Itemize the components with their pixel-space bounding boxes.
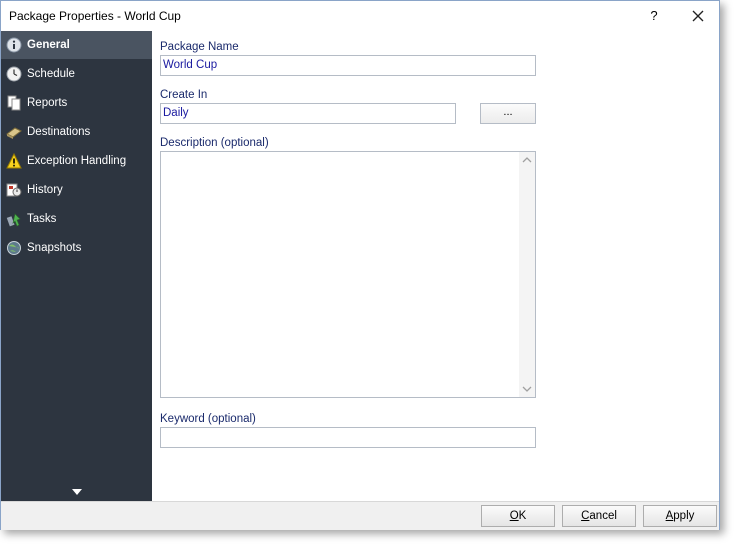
help-button[interactable]: ? — [642, 5, 666, 27]
sidebar: General Schedule Reports Destinations Ex… — [1, 31, 152, 501]
dialog-footer: OK Cancel Apply — [1, 501, 719, 530]
sidebar-item-label: Tasks — [27, 213, 57, 225]
window-title: Package Properties - World Cup — [9, 9, 181, 23]
cancel-label-rest: ancel — [589, 510, 617, 522]
tasks-icon — [6, 213, 21, 227]
title-bar: Package Properties - World Cup ? — [1, 1, 719, 31]
ok-label-rest: K — [518, 510, 527, 522]
create-in-input[interactable]: Daily — [160, 103, 456, 124]
history-icon — [6, 183, 22, 197]
warning-icon — [6, 153, 22, 169]
sidebar-item-label: History — [27, 184, 63, 196]
package-name-label: Package Name — [160, 41, 239, 53]
general-panel: Package Name World Cup Create In Daily .… — [152, 31, 719, 501]
sidebar-item-snapshots[interactable]: Snapshots — [1, 234, 152, 262]
sidebar-item-general[interactable]: General — [1, 31, 152, 59]
reports-icon — [7, 95, 21, 111]
create-in-label: Create In — [160, 89, 208, 101]
sidebar-item-label: Snapshots — [27, 242, 82, 254]
clock-icon — [6, 66, 22, 82]
keyword-label: Keyword (optional) — [160, 413, 256, 425]
close-button[interactable] — [685, 5, 711, 27]
apply-label-rest: pply — [673, 510, 695, 522]
sidebar-item-label: Destinations — [27, 126, 91, 138]
sidebar-item-reports[interactable]: Reports — [1, 89, 152, 117]
keyword-input[interactable] — [160, 427, 536, 448]
sidebar-item-label: Exception Handling — [27, 155, 127, 167]
snapshots-icon — [7, 241, 21, 255]
scroll-up-icon[interactable] — [519, 152, 535, 168]
info-icon — [6, 37, 22, 53]
apply-button[interactable]: Apply — [643, 505, 717, 527]
sidebar-item-label: Schedule — [27, 68, 75, 80]
package-properties-dialog: Package Properties - World Cup ? General — [0, 0, 720, 530]
sidebar-item-tasks[interactable]: Tasks — [1, 205, 152, 233]
sidebar-item-exception-handling[interactable]: Exception Handling — [1, 147, 152, 175]
close-icon — [692, 10, 704, 22]
description-label: Description (optional) — [160, 137, 269, 149]
scroll-down-icon[interactable] — [519, 381, 535, 397]
sidebar-item-schedule[interactable]: Schedule — [1, 60, 152, 88]
description-scrollbar[interactable] — [519, 152, 535, 397]
package-name-input[interactable]: World Cup — [160, 55, 536, 76]
sidebar-item-destinations[interactable]: Destinations — [1, 118, 152, 146]
sidebar-item-label: General — [27, 39, 70, 51]
ok-button[interactable]: OK — [481, 505, 555, 527]
sidebar-item-history[interactable]: History — [1, 176, 152, 204]
sidebar-scroll-down-icon[interactable] — [71, 488, 83, 496]
sidebar-item-label: Reports — [27, 97, 68, 109]
destinations-icon — [6, 127, 22, 139]
description-textarea[interactable] — [160, 151, 536, 398]
ok-hotkey: O — [509, 510, 519, 522]
browse-button[interactable]: ... — [480, 103, 536, 124]
cancel-button[interactable]: Cancel — [562, 505, 636, 527]
